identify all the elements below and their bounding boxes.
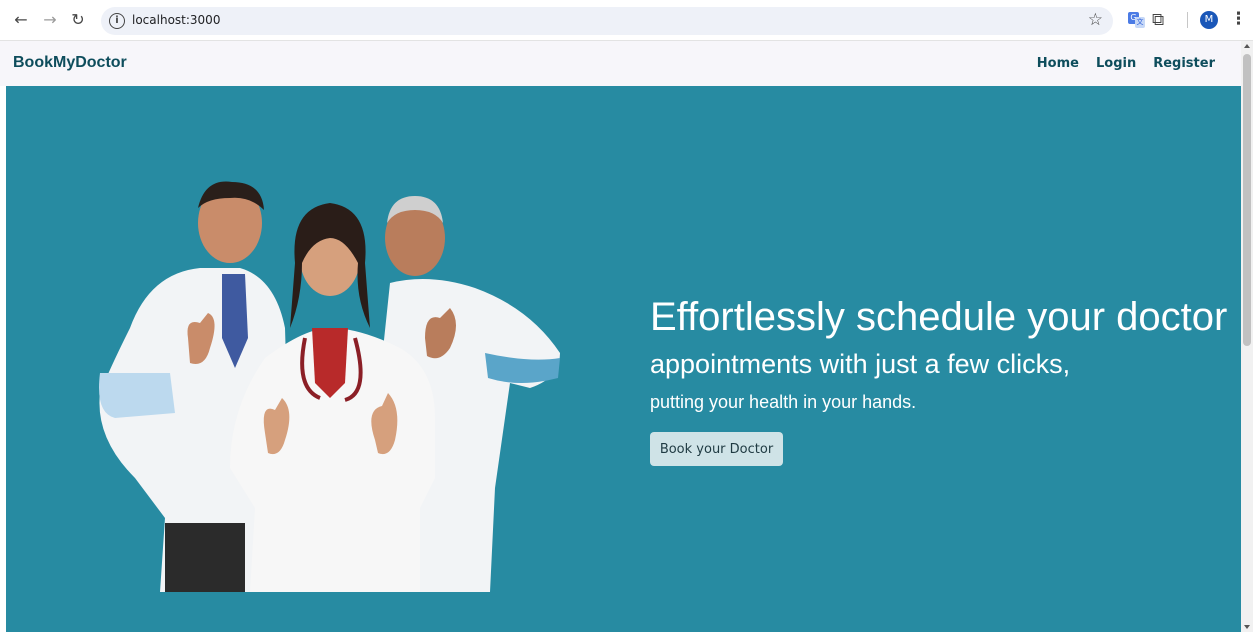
scroll-down-arrow-icon[interactable] [1244, 625, 1250, 629]
hero-text-block: Effortlessly schedule your doctor appoin… [650, 293, 1227, 414]
scroll-up-arrow-icon[interactable] [1244, 44, 1250, 48]
url-text[interactable]: localhost:3000 [132, 13, 220, 27]
site-navbar: BookMyDoctor Home Login Register [0, 41, 1241, 86]
toolbar-divider [1187, 12, 1188, 28]
extensions-puzzle-icon[interactable]: ⧉ [1152, 9, 1172, 31]
bookmark-star-icon[interactable]: ☆ [1088, 10, 1103, 30]
info-icon[interactable]: i [109, 13, 125, 29]
hero-section: Effortlessly schedule your doctor appoin… [6, 86, 1241, 632]
hero-subheadline: appointments with just a few clicks, [650, 349, 1071, 379]
menu-kebab-icon[interactable]: ⋮ [1230, 9, 1247, 29]
address-bar[interactable]: i localhost:3000 ☆ [101, 7, 1113, 35]
forward-arrow-icon[interactable]: → [40, 10, 60, 30]
nav-register-link[interactable]: Register [1153, 56, 1215, 71]
book-doctor-button[interactable]: Book your Doctor [650, 432, 783, 466]
nav-links: Home Login Register [1037, 56, 1215, 71]
doctors-thumbs-up-photo [99, 181, 560, 592]
brand-logo[interactable]: BookMyDoctor [13, 54, 127, 72]
scrollbar-thumb[interactable] [1243, 54, 1251, 346]
page-scrollbar[interactable] [1241, 41, 1253, 632]
hero-tagline: putting your health in your hands. [650, 392, 917, 412]
back-arrow-icon[interactable]: ← [11, 10, 31, 30]
hero-headline: Effortlessly schedule your doctor [650, 295, 1228, 339]
translate-icon[interactable]: G文 [1127, 9, 1147, 31]
nav-login-link[interactable]: Login [1096, 56, 1136, 71]
reload-icon[interactable]: ↻ [68, 10, 88, 30]
nav-home-link[interactable]: Home [1037, 56, 1079, 71]
browser-toolbar: ← → ↻ i localhost:3000 ☆ G文 ⧉ M ⋮ [0, 0, 1253, 41]
profile-avatar[interactable]: M [1200, 11, 1218, 29]
